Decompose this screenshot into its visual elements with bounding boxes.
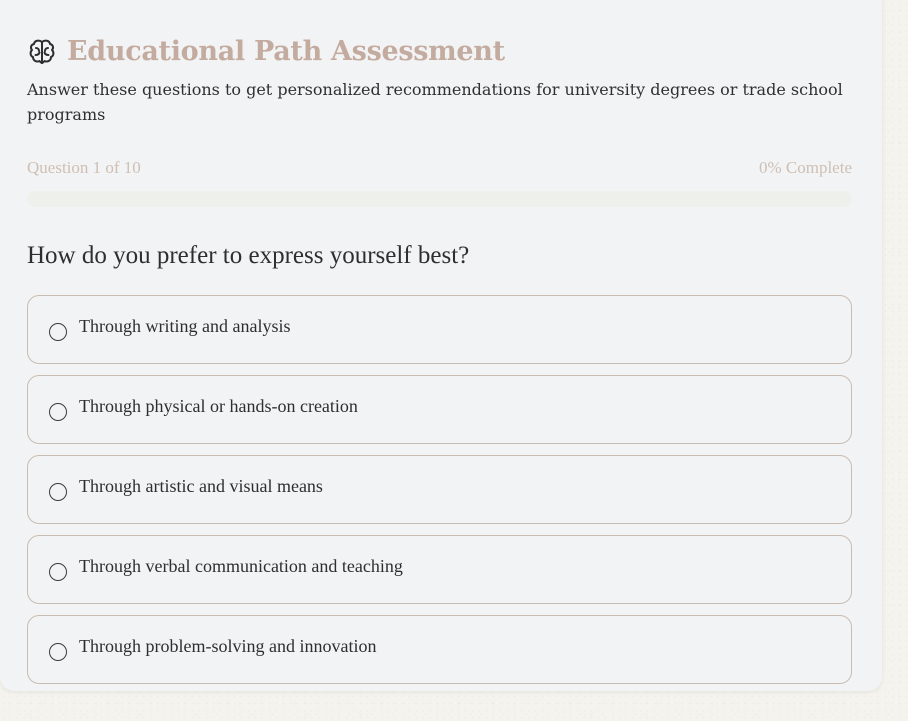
radio-button[interactable] [49, 562, 67, 581]
answer-option-artistic[interactable]: Through artistic and visual means [27, 455, 852, 524]
answer-option-verbal[interactable]: Through verbal communication and teachin… [27, 535, 852, 604]
answer-option-label: Through problem-solving and innovation [79, 636, 377, 656]
question-text: How do you prefer to express yourself be… [27, 242, 470, 269]
answer-option-label: Through verbal communication and teachin… [79, 556, 403, 576]
completion-percent: 0% Complete [758, 158, 852, 177]
answer-options: Through writing and analysis Through phy… [27, 295, 852, 695]
page-subtitle: Answer these questions to get personaliz… [27, 80, 843, 124]
page-title: Educational Path Assessment [67, 36, 505, 67]
answer-option-hands-on[interactable]: Through physical or hands-on creation [27, 375, 852, 444]
progress-bar [27, 191, 852, 207]
progress-meta: Question 1 of 10 0% Complete [27, 158, 852, 178]
brain-icon [27, 37, 57, 67]
answer-option-label: Through writing and analysis [79, 316, 291, 336]
answer-option-label: Through artistic and visual means [79, 476, 323, 496]
radio-button[interactable] [49, 642, 67, 661]
answer-option-label: Through physical or hands-on creation [79, 396, 358, 416]
radio-button[interactable] [49, 482, 67, 501]
radio-button[interactable] [49, 322, 67, 341]
header: Educational Path Assessment [27, 36, 505, 67]
answer-option-problem-solving[interactable]: Through problem-solving and innovation [27, 615, 852, 684]
answer-option-writing[interactable]: Through writing and analysis [27, 295, 852, 364]
question-counter: Question 1 of 10 [27, 158, 141, 177]
radio-button[interactable] [49, 402, 67, 421]
